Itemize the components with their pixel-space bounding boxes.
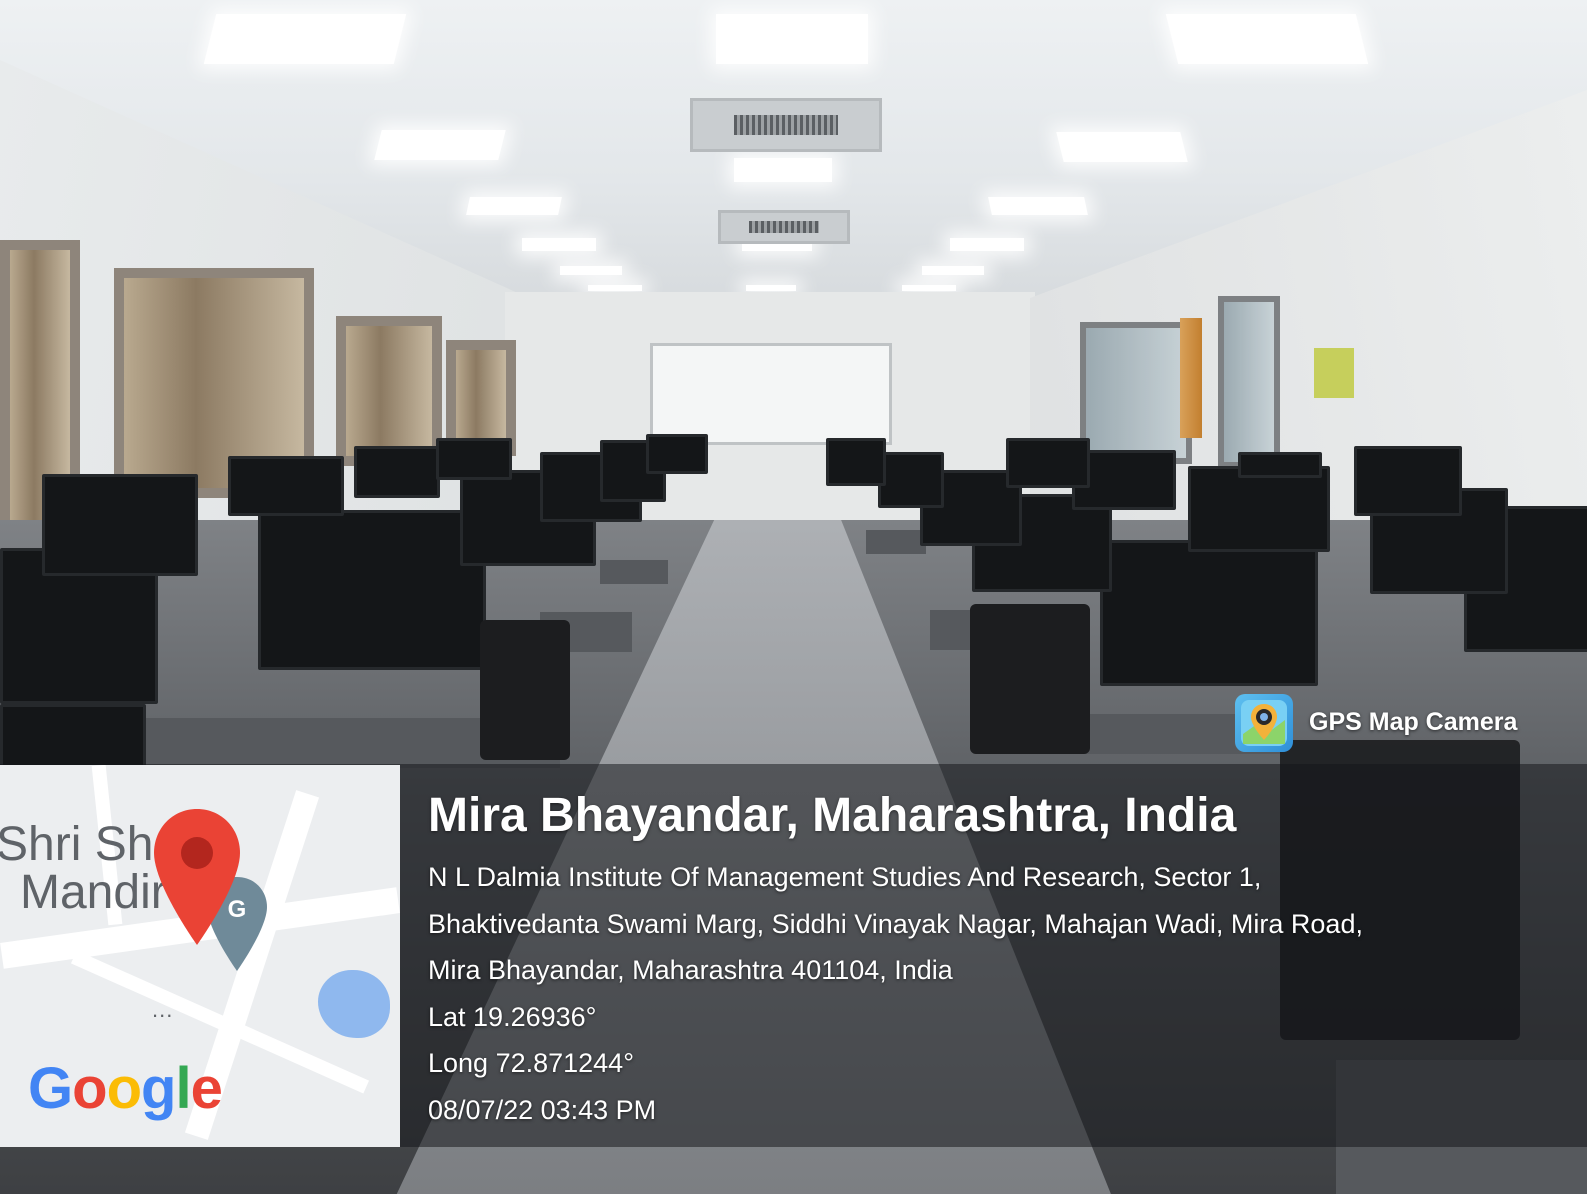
monitor [354,446,440,498]
map-place-label: Shri Sh Mandir [0,821,167,917]
timestamp: 08/07/22 03:43 PM [428,1094,657,1125]
monitor [878,452,944,508]
address-line: Bhaktivedanta Swami Marg, Siddhi Vinayak… [428,908,1363,939]
location-address: N L Dalmia Institute Of Management Studi… [428,854,1578,994]
monitor [258,510,486,670]
google-logo-letter: o [106,1056,142,1121]
google-logo-letter: e [190,1056,223,1121]
latitude: Lat 19.26936° [428,1001,597,1032]
ceiling-light [466,197,562,215]
google-logo-letter: G [28,1056,73,1121]
ceiling-light [374,130,506,160]
ceiling-light [588,285,642,291]
whiteboard [650,343,892,445]
ceiling-light [988,197,1088,215]
chair [480,620,570,760]
chair [970,604,1090,754]
monitor [646,434,708,474]
ceiling-light [522,238,596,251]
ceiling-light [716,14,868,64]
google-logo-letter: o [72,1056,107,1121]
monitor [1188,466,1330,552]
desk [600,560,668,584]
monitor [228,456,344,516]
map-place-label-line1: Shri Sh [0,818,154,871]
glass-partition [1218,296,1280,468]
location-title: Mira Bhayandar, Maharashtra, India [428,789,1237,842]
ceiling-light [950,238,1024,251]
google-logo: Google [28,1055,223,1122]
ceiling-light [1165,14,1369,64]
ceiling-light [746,285,796,291]
map-more-indicator: ... [152,997,174,1022]
map-water [318,970,390,1038]
ceiling-light [560,266,622,275]
monitor [1100,540,1318,686]
monitor [42,474,198,576]
address-line: Mira Bhayandar, Maharashtra 401104, Indi… [428,955,953,985]
glass-partition [1080,322,1192,464]
monitor [1354,446,1462,516]
ceiling-vent [718,210,850,244]
window [336,316,442,466]
address-line: N L Dalmia Institute Of Management Studi… [428,862,1262,892]
gps-map-camera-badge: GPS Map Camera [1235,694,1580,754]
location-info: Mira Bhayandar, Maharashtra, India N L D… [428,784,1578,1133]
ceiling-light [902,285,956,291]
google-logo-letter: l [175,1056,191,1121]
monitor [826,438,886,486]
map-thumbnail: Shri Sh Mandir G ... Google [0,765,400,1147]
ceiling-vent [690,98,882,152]
door [1180,318,1202,438]
monitor [1006,438,1090,488]
desk [866,530,926,554]
gps-map-camera-icon [1235,694,1293,752]
ceiling-light [734,158,832,182]
monitor [436,438,512,480]
ceiling-light [1056,132,1188,162]
longitude: Long 72.871244° [428,1048,634,1078]
monitor [1238,452,1322,478]
ceiling-light [203,14,407,64]
google-logo-letter: g [141,1056,176,1121]
map-pin-icon [154,809,240,945]
map-place-label-line2: Mandir [20,866,167,919]
wall-notice [1314,348,1354,398]
ceiling-light [922,266,984,275]
gps-map-camera-label: GPS Map Camera [1309,708,1518,736]
